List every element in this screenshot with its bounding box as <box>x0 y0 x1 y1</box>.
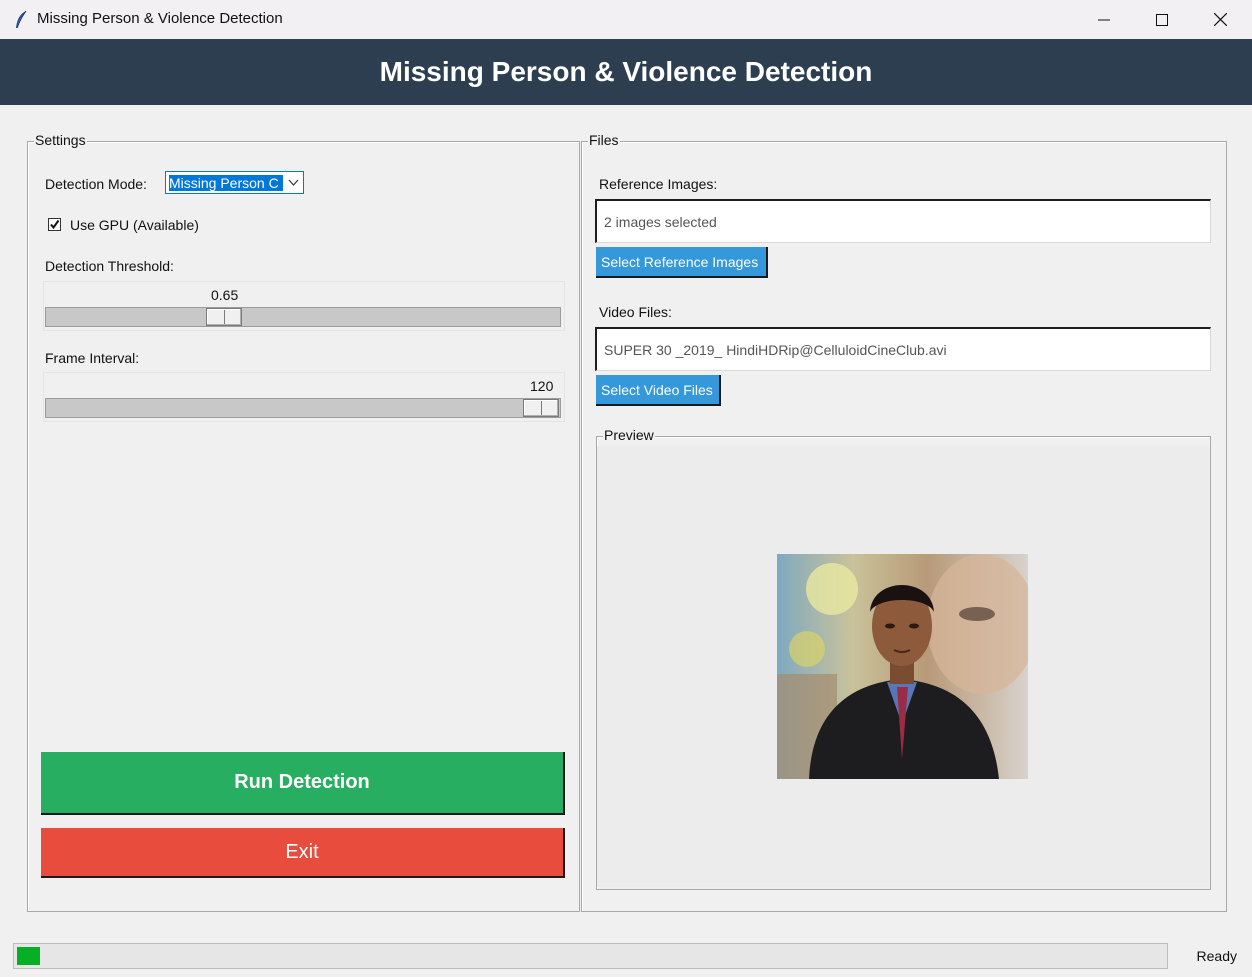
threshold-trough[interactable] <box>45 307 561 327</box>
app-header: Missing Person & Violence Detection <box>0 39 1252 105</box>
close-button[interactable] <box>1191 0 1249 39</box>
settings-legend: Settings <box>34 132 87 148</box>
app-title: Missing Person & Violence Detection <box>379 56 873 87</box>
video-files-field[interactable]: SUPER 30 _2019_ HindiHDRip@CelluloidCine… <box>595 327 1211 371</box>
reference-images-field[interactable]: 2 images selected <box>595 199 1211 243</box>
chevron-down-icon[interactable] <box>288 177 299 188</box>
threshold-value: 0.65 <box>211 287 239 303</box>
frame-interval-slider-handle[interactable] <box>523 399 559 417</box>
minimize-icon <box>1098 19 1110 20</box>
window-titlebar: Missing Person & Violence Detection <box>0 0 1252 40</box>
detection-mode-value: Missing Person C <box>169 175 283 191</box>
minimize-button[interactable] <box>1075 0 1133 39</box>
threshold-slider-handle[interactable] <box>206 308 242 326</box>
frame-interval-value: 120 <box>530 378 554 394</box>
reference-images-label: Reference Images: <box>599 176 718 192</box>
preview-image <box>777 554 1028 779</box>
status-text: Ready <box>1196 948 1237 964</box>
exit-button[interactable]: Exit <box>41 828 565 878</box>
checkmark-icon <box>50 219 60 230</box>
threshold-label: Detection Threshold: <box>45 258 174 274</box>
preview-legend: Preview <box>603 427 655 443</box>
maximize-button[interactable] <box>1133 0 1191 39</box>
video-files-label: Video Files: <box>599 304 672 320</box>
use-gpu-checkbox[interactable] <box>48 218 61 231</box>
use-gpu-label: Use GPU (Available) <box>70 217 199 233</box>
detection-mode-select[interactable]: Missing Person C <box>165 171 304 194</box>
feather-icon <box>16 10 27 29</box>
window-title: Missing Person & Violence Detection <box>37 10 283 27</box>
progress-fill <box>17 947 40 965</box>
run-detection-button[interactable]: Run Detection <box>41 752 565 815</box>
frame-interval-trough[interactable] <box>45 398 561 418</box>
select-video-files-button[interactable]: Select Video Files <box>596 375 721 406</box>
frame-interval-label: Frame Interval: <box>45 350 140 366</box>
detection-mode-label: Detection Mode: <box>45 176 147 192</box>
close-icon <box>1213 13 1227 26</box>
files-legend: Files <box>588 132 620 148</box>
maximize-icon <box>1156 13 1168 26</box>
select-reference-images-button[interactable]: Select Reference Images <box>596 247 768 278</box>
progress-bar <box>13 943 1168 969</box>
